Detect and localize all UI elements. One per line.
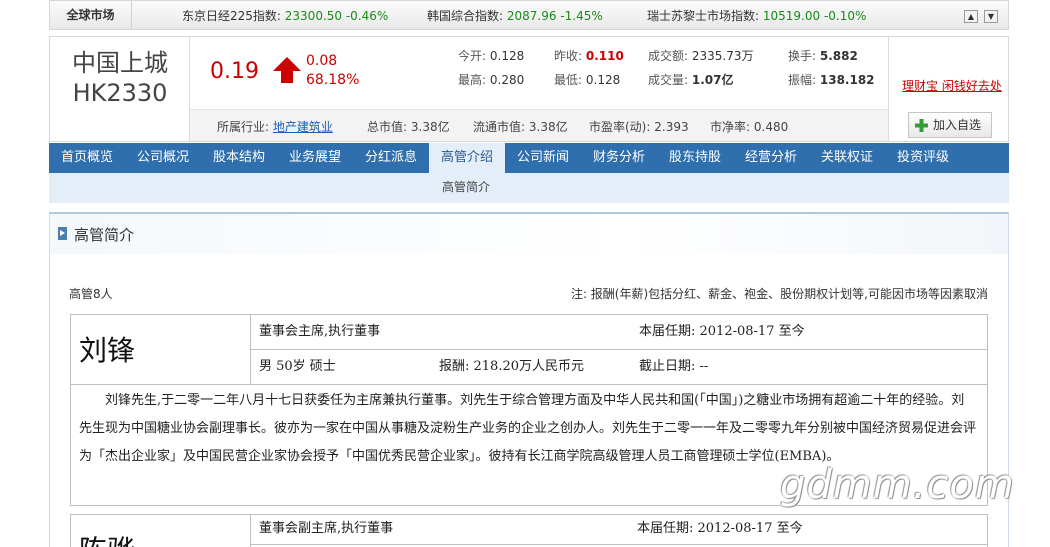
executive-row-position: 董事会副主席,执行董事 本届任期: 2012-08-17 至今 [251, 515, 987, 545]
stock-name: 中国上城 [72, 49, 168, 77]
stock-code: HK2330 [72, 79, 168, 107]
stat-amount: 成交额: 2335.73万 [648, 49, 754, 63]
executive-name-cell: 陈骅 [71, 515, 251, 547]
price-change-value: 0.08 [306, 53, 338, 69]
ticker-index-nikkei[interactable]: 东京日经225指数: 23300.50 -0.46% [182, 1, 388, 29]
ticker-index-smi[interactable]: 瑞士苏黎士市场指数: 10519.00 -0.10% [647, 1, 866, 29]
tab-home-overview[interactable]: 首页概览 [49, 143, 125, 173]
price-change-percent: 68.18% [306, 72, 360, 88]
scroll-up-icon[interactable]: ▲ [964, 10, 978, 23]
ticker-index-name: 瑞士苏黎士市场指数: [647, 9, 760, 23]
executive-salary: 报酬: 218.20万人民币元 [439, 359, 584, 374]
executive-name: 陈骅 [79, 529, 135, 547]
stat-amplitude: 振幅: 138.182 [788, 73, 875, 87]
ticker-index-value: 23300.50 -0.46% [284, 9, 389, 23]
tab-related-warrants[interactable]: 关联权证 [809, 143, 885, 173]
promo-link[interactable]: 理财宝 闲钱好去处 [902, 77, 1002, 94]
section-header: 高管简介 [50, 214, 1008, 254]
tab-shareholders[interactable]: 股东持股 [657, 143, 733, 173]
price-up-arrow-icon [273, 57, 301, 83]
stock-name-box: 中国上城 HK2330 [50, 37, 190, 141]
global-market-label[interactable]: 全球市场 [50, 1, 132, 29]
site-watermark: gdmm.com [780, 462, 1015, 508]
tab-business-outlook[interactable]: 业务展望 [277, 143, 353, 173]
stat-high: 最高: 0.280 [458, 73, 525, 87]
tab-company-overview[interactable]: 公司概况 [125, 143, 201, 173]
stat-open: 今开: 0.128 [458, 49, 525, 63]
main-nav: 首页概览 公司概况 股本结构 业务展望 分红派息 高管介绍 公司新闻 财务分析 … [49, 143, 1009, 173]
add-watchlist-label: 加入自选 [933, 118, 982, 132]
tab-share-structure[interactable]: 股本结构 [201, 143, 277, 173]
ticker-index-name: 东京日经225指数: [182, 9, 281, 23]
tab-financial-analysis[interactable]: 财务分析 [581, 143, 657, 173]
stat-volume: 成交量: 1.07亿 [648, 73, 734, 87]
executive-card: 陈骅 董事会副主席,执行董事 本届任期: 2012-08-17 至今 [70, 514, 988, 547]
stock-price: 0.19 [210, 59, 259, 84]
stat-low: 最低: 0.128 [554, 73, 621, 87]
ticker-index-name: 韩国综合指数: [427, 9, 504, 23]
add-watchlist-button[interactable]: 加入自选 [908, 112, 992, 138]
executive-row-details: 男 50岁 硕士 报酬: 218.20万人民币元 截止日期: -- [251, 350, 987, 385]
tab-operations-analysis[interactable]: 经营分析 [733, 143, 809, 173]
executive-name-cell: 刘锋 [71, 315, 251, 385]
executive-row-position: 董事会主席,执行董事 本届任期: 2012-08-17 至今 [251, 315, 987, 350]
executive-profile: 男 50岁 硕士 [259, 359, 336, 374]
info-industry: 所属行业: 地产建筑业 [217, 120, 333, 134]
executive-position: 董事会副主席,执行董事 [259, 521, 394, 536]
executive-term: 本届任期: 2012-08-17 至今 [639, 324, 805, 339]
market-ticker-bar: 全球市场 东京日经225指数: 23300.50 -0.46% 韩国综合指数: … [49, 0, 1009, 30]
stock-header: 中国上城 HK2330 0.19 0.08 68.18% 今开: 0.128 昨… [49, 36, 1009, 142]
ticker-index-value: 2087.96 -1.45% [506, 9, 603, 23]
tab-dividends[interactable]: 分红派息 [353, 143, 429, 173]
executive-name: 刘锋 [79, 334, 136, 367]
tab-company-news[interactable]: 公司新闻 [505, 143, 581, 173]
info-float-cap: 流通市值: 3.38亿 [473, 120, 568, 134]
ticker-index-value: 10519.00 -0.10% [762, 9, 867, 23]
tab-executives[interactable]: 高管介绍 [429, 143, 505, 173]
section-title: 高管简介 [74, 226, 135, 244]
plus-icon [915, 119, 928, 132]
salary-note: 注: 报酬(年薪)包括分红、薪金、袍金、股份期权计划等,可能因市场等因素取消 [570, 287, 988, 301]
stat-turnover: 换手: 5.882 [788, 49, 858, 63]
executive-term: 本届任期: 2012-08-17 至今 [637, 521, 803, 536]
section-marker-icon [58, 227, 67, 240]
executive-position: 董事会主席,执行董事 [259, 324, 381, 339]
sub-nav: 高管简介 [49, 173, 1009, 203]
tab-investment-rating[interactable]: 投资评级 [885, 143, 961, 173]
info-market-cap: 总市值: 3.38亿 [367, 120, 450, 134]
stat-prev-close: 昨收: 0.110 [554, 49, 624, 63]
industry-link[interactable]: 地产建筑业 [273, 120, 333, 134]
scroll-down-icon[interactable]: ▼ [984, 10, 998, 23]
subtab-executive-profile[interactable]: 高管简介 [441, 173, 491, 201]
info-pe: 市盈率(动): 2.393 [589, 120, 689, 134]
executive-count: 高管8人 [69, 287, 113, 301]
price-change: 0.08 68.18% [306, 52, 359, 90]
ticker-index-kospi[interactable]: 韩国综合指数: 2087.96 -1.45% [427, 1, 603, 29]
executive-deadline: 截止日期: -- [639, 359, 709, 374]
info-pb: 市净率: 0.480 [710, 120, 789, 134]
